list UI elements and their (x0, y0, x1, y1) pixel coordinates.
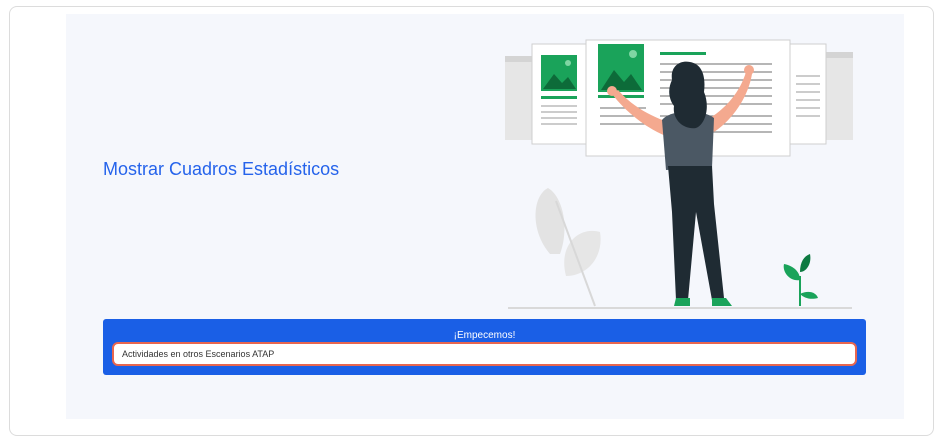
page-title: Mostrar Cuadros Estadísticos (103, 159, 340, 179)
start-panel: ¡Empecemos! Actividades en otros Escenar… (103, 319, 866, 375)
report-select[interactable]: Actividades en otros Escenarios ATAP (112, 342, 857, 366)
woman-arranging-documents-illustration (505, 39, 853, 309)
start-label: ¡Empecemos! (453, 330, 516, 341)
